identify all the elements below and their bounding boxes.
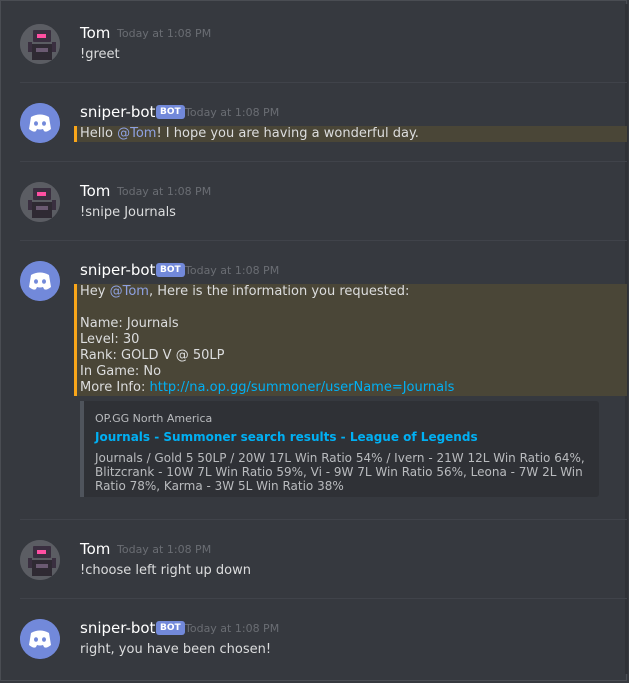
- message-divider: [20, 598, 627, 599]
- robot-avatar-icon: [20, 540, 60, 580]
- message-text: Hey @Tom, Here is the information you re…: [80, 284, 409, 300]
- text-segment: , Here is the information you requested:: [148, 284, 410, 299]
- timestamp: Today at 1:08 PM: [185, 106, 280, 119]
- discord-logo-icon: [20, 619, 60, 659]
- more-info-link[interactable]: http://na.op.gg/summoner/userName=Journa…: [149, 380, 454, 395]
- message-divider: [20, 519, 627, 520]
- author-name[interactable]: sniper-bot: [80, 619, 155, 637]
- bot-avatar[interactable]: [20, 261, 60, 301]
- message-divider: [20, 161, 627, 162]
- user-avatar[interactable]: [20, 24, 60, 64]
- message-divider: [20, 82, 627, 83]
- message-divider: [20, 240, 627, 241]
- author-name[interactable]: sniper-bot: [80, 261, 155, 279]
- info-level: Level: 30: [80, 332, 140, 347]
- bot-tag: BOT: [156, 263, 185, 277]
- embed-provider[interactable]: OP.GG North America: [95, 412, 212, 425]
- info-rank: Rank: GOLD V @ 50LP: [80, 348, 225, 363]
- text-segment: ! I hope you are having a wonderful day.: [156, 126, 419, 141]
- more-info-label: More Info:: [80, 380, 150, 395]
- bot-tag: BOT: [156, 621, 185, 635]
- bot-avatar[interactable]: [20, 103, 60, 143]
- timestamp: Today at 1:08 PM: [117, 185, 212, 198]
- timestamp: Today at 1:08 PM: [117, 27, 212, 40]
- timestamp: Today at 1:08 PM: [185, 622, 280, 635]
- author-name[interactable]: Tom: [80, 24, 110, 42]
- author-name[interactable]: Tom: [80, 540, 110, 558]
- info-in-game: In Game: No: [80, 364, 162, 379]
- info-name: Name: Journals: [80, 316, 179, 331]
- message-text: Hello @Tom! I hope you are having a wond…: [80, 126, 419, 142]
- timestamp: Today at 1:08 PM: [117, 543, 212, 556]
- link-embed: OP.GG North America Journals - Summoner …: [80, 401, 599, 497]
- user-avatar[interactable]: [20, 182, 60, 222]
- user-mention[interactable]: @Tom: [117, 126, 156, 141]
- author-name[interactable]: Tom: [80, 182, 110, 200]
- discord-logo-icon: [20, 103, 60, 143]
- embed-title-link[interactable]: Journals - Summoner search results - Lea…: [95, 430, 478, 444]
- bot-avatar[interactable]: [20, 619, 60, 659]
- timestamp: Today at 1:08 PM: [185, 264, 280, 277]
- author-name[interactable]: sniper-bot: [80, 103, 155, 121]
- robot-avatar-icon: [20, 24, 60, 64]
- info-more: More Info: http://na.op.gg/summoner/user…: [80, 380, 454, 396]
- message-text: !greet: [80, 47, 120, 62]
- user-mention[interactable]: @Tom: [110, 284, 149, 299]
- bot-tag: BOT: [156, 105, 185, 119]
- user-avatar[interactable]: [20, 540, 60, 580]
- message-text: !choose left right up down: [80, 563, 251, 578]
- text-segment: Hey: [80, 284, 110, 299]
- message-text: right, you have been chosen!: [80, 642, 272, 657]
- message-text: !snipe Journals: [80, 205, 176, 220]
- embed-description: Journals / Gold 5 50LP / 20W 17L Win Rat…: [95, 451, 585, 493]
- robot-avatar-icon: [20, 182, 60, 222]
- text-segment: Hello: [80, 126, 118, 141]
- discord-logo-icon: [20, 261, 60, 301]
